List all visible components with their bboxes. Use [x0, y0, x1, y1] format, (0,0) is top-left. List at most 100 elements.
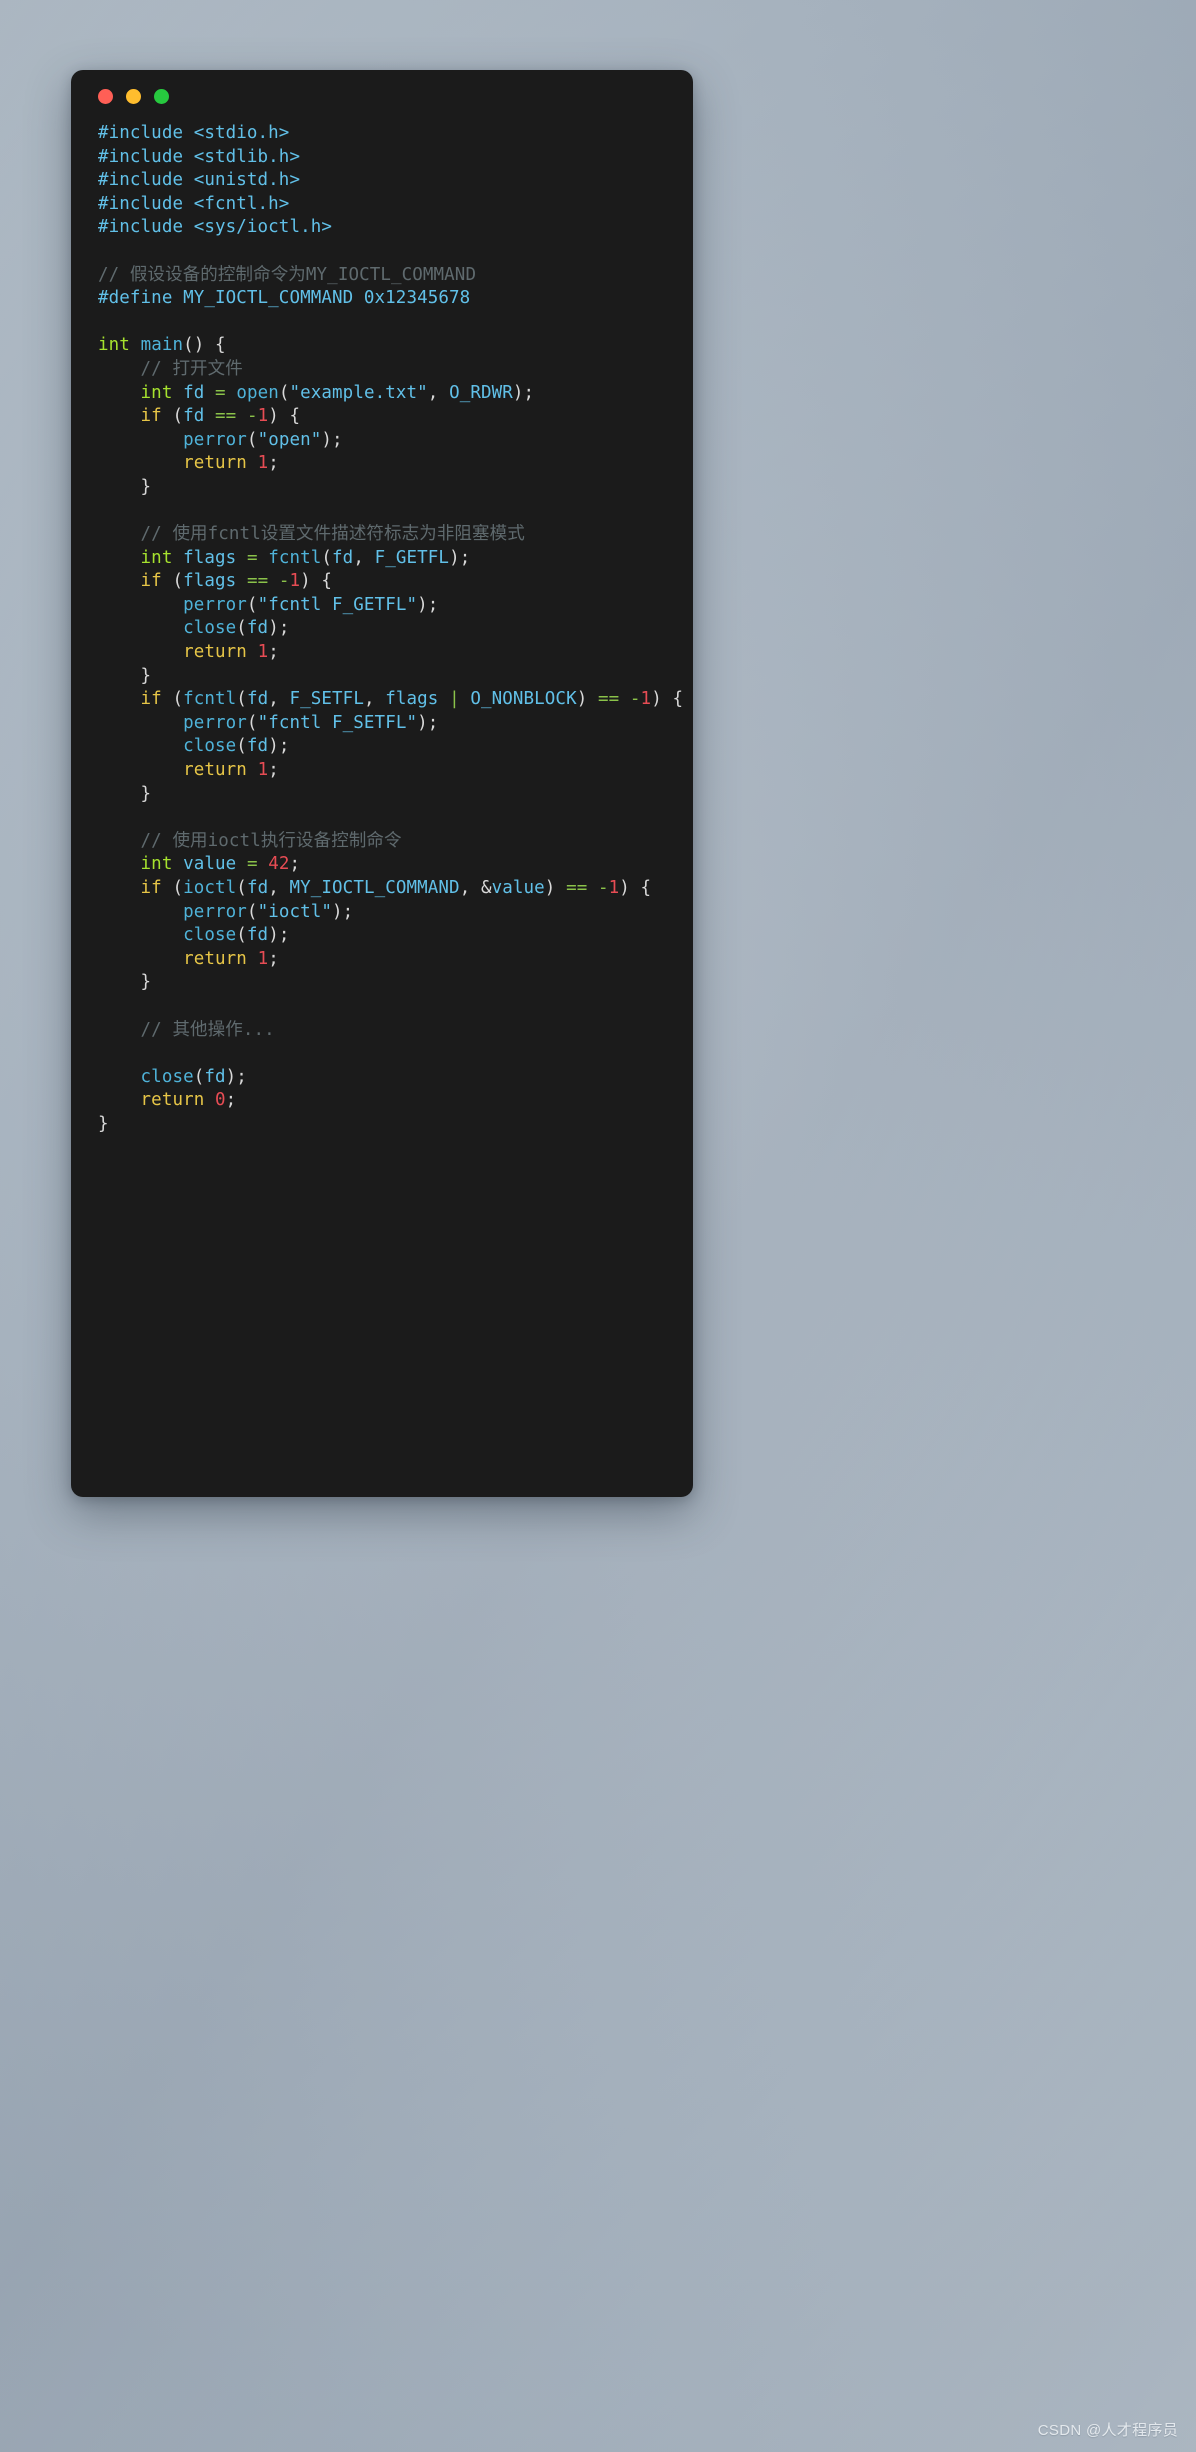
code-token-punct: ; [268, 948, 279, 969]
code-token-punct [172, 383, 183, 403]
code-token-op: - [598, 878, 609, 898]
code-token-pre: #define MY_IOCTL_COMMAND 0x12345678 [98, 288, 471, 309]
code-token-punct: } [98, 665, 152, 686]
code-token-punct: , & [459, 878, 492, 898]
code-token-punct: ) { [268, 406, 301, 427]
code-token-id: fd [183, 382, 205, 403]
code-token-num: 1 [608, 878, 620, 898]
code-token-punct: ( [193, 1066, 205, 1087]
code-token-punct: ( [236, 618, 247, 639]
code-token-op: == [597, 689, 620, 710]
code-token-punct [98, 406, 141, 426]
code-token-punct [268, 571, 279, 591]
code-token-num: 1 [289, 571, 301, 592]
minimize-button[interactable] [126, 88, 141, 104]
code-token-num: 1 [257, 642, 269, 663]
code-token-id: O_RDWR [449, 382, 513, 403]
code-token-num: 1 [257, 760, 269, 781]
code-token-str: "example.txt" [289, 382, 428, 403]
code-line: close(fd); [98, 735, 693, 759]
code-token-punct [98, 453, 183, 473]
code-token-punct [172, 854, 183, 874]
code-token-punct [98, 713, 183, 733]
code-token-punct [98, 571, 141, 591]
code-line: perror("ioctl"); [98, 901, 693, 925]
code-token-punct [619, 689, 630, 709]
code-token-punct: ); [332, 901, 354, 922]
code-token-cmt: // 使用fcntl设置文件描述符标志为非阻塞模式 [140, 524, 525, 545]
code-token-punct: , [353, 547, 375, 568]
code-token-pre: #include <stdlib.h> [98, 146, 301, 167]
code-line: } [98, 476, 693, 500]
close-button[interactable] [98, 88, 113, 104]
code-token-punct [204, 383, 215, 403]
maximize-button[interactable] [154, 88, 169, 104]
code-line: } [98, 971, 693, 995]
code-window: #include <stdio.h> #include <stdlib.h> #in… [71, 70, 693, 1497]
code-line: if (flags == -1) { [98, 570, 693, 594]
code-token-punct: ( [161, 571, 184, 592]
code-line: close(fd); [98, 1066, 693, 1090]
code-token-id: fd [246, 736, 269, 757]
code-token-punct: ; [289, 854, 301, 875]
code-token-str: "fcntl F_GETFL" [257, 594, 418, 615]
code-token-punct: ); [417, 712, 439, 733]
code-token-str: "fcntl F_SETFL" [257, 712, 418, 733]
code-token-punct [236, 548, 247, 568]
code-line: int fd = open("example.txt", O_RDWR); [98, 382, 693, 406]
code-token-punct: } [98, 783, 152, 804]
code-token-punct [587, 878, 598, 898]
code-token-punct [98, 1090, 141, 1110]
code-token-kw: return [183, 760, 247, 781]
code-token-num: 1 [257, 406, 269, 427]
code-token-punct: ( [246, 901, 258, 922]
code-token-punct: ( [236, 878, 247, 898]
code-token-punct [98, 902, 183, 922]
code-line: perror("open"); [98, 429, 693, 453]
code-block[interactable]: #include <stdio.h> #include <stdlib.h> #in… [71, 122, 693, 1137]
code-token-punct: ( [278, 382, 290, 403]
code-token-punct [236, 854, 247, 874]
code-token-type: int [140, 382, 173, 403]
code-line: // 使用fcntl设置文件描述符标志为非阻塞模式 [98, 523, 693, 547]
code-token-cmt: // 假设设备的控制命令为MY_IOCTL_COMMAND [98, 264, 477, 285]
code-token-id: fd [332, 547, 354, 568]
code-line: #define MY_IOCTL_COMMAND 0x12345678 [98, 287, 693, 311]
code-token-id: value [491, 878, 545, 898]
code-token-punct [98, 548, 141, 568]
code-token-punct: ); [268, 618, 290, 639]
code-line: return 1; [98, 641, 693, 665]
code-token-id: flags [385, 689, 439, 710]
watermark-text: CSDN @人才程序员 [1037, 2422, 1178, 2439]
code-token-fn: open [236, 382, 279, 403]
code-token-punct: ; [268, 453, 279, 474]
code-token-pre: #include <unistd.h> [98, 170, 301, 191]
code-token-punct [98, 359, 141, 379]
code-token-id: MY_IOCTL_COMMAND [289, 878, 460, 898]
code-token-punct: } [98, 476, 152, 497]
code-token-id: flags [183, 571, 237, 592]
code-token-punct [98, 430, 183, 450]
code-token-fn: perror [183, 901, 247, 922]
code-token-num: 1 [257, 453, 269, 474]
code-token-num: 42 [268, 854, 290, 875]
code-token-id: F_SETFL [289, 689, 364, 710]
code-token-pre: #include <sys/ioctl.h> [98, 217, 332, 238]
code-token-punct [98, 831, 141, 851]
code-token-punct [98, 642, 183, 662]
code-token-punct [247, 760, 258, 780]
code-token-punct [247, 642, 258, 662]
code-token-punct [236, 406, 247, 426]
code-line: #include <stdlib.h> [98, 146, 693, 170]
code-line: int main() { [98, 334, 693, 358]
code-token-punct: ( [321, 547, 333, 568]
code-token-punct: ; [268, 760, 279, 781]
code-token-fn: main [140, 335, 184, 356]
code-token-punct: ) { [300, 571, 333, 592]
code-token-punct [98, 618, 183, 638]
code-token-kw: return [140, 1090, 205, 1111]
code-token-punct [98, 1067, 141, 1087]
code-token-fn: fcntl [268, 547, 322, 568]
